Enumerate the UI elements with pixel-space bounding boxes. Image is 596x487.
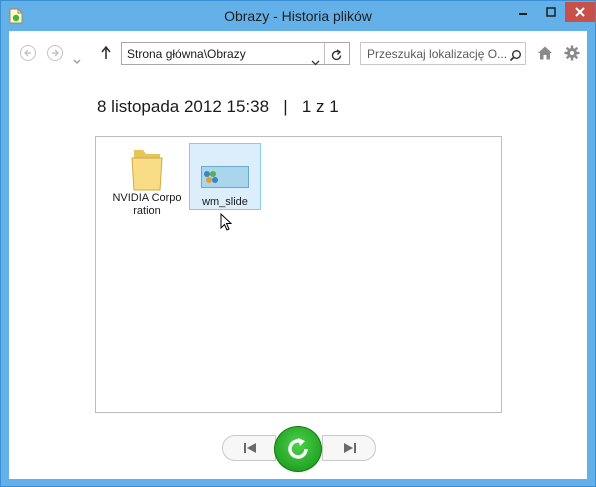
close-button[interactable] (565, 2, 595, 22)
mouse-cursor-icon (220, 212, 233, 236)
next-icon (344, 443, 356, 453)
back-button[interactable] (20, 45, 36, 61)
backup-date: 8 listopada 2012 15:38 (97, 97, 270, 116)
file-label: wm_slide (202, 196, 248, 208)
title-bar[interactable]: Obrazy - Historia plików (1, 1, 595, 31)
previous-icon (244, 443, 256, 453)
previous-version-button[interactable] (222, 435, 276, 461)
home-icon[interactable] (537, 45, 553, 65)
back-arrow-icon (24, 49, 31, 57)
search-icon[interactable] (509, 47, 522, 66)
recent-locations-chevron-icon[interactable] (73, 50, 81, 69)
restore-button[interactable] (274, 426, 322, 472)
minimize-button[interactable] (509, 2, 537, 22)
settings-gear-icon[interactable] (564, 45, 580, 65)
folder-item[interactable]: NVIDIA Corporation (112, 143, 182, 218)
address-bar[interactable]: Strona główna\Obrazy (121, 42, 350, 66)
version-counter: 1 z 1 (301, 97, 339, 116)
backup-header: 8 listopada 2012 15:38 | 1 z 1 (97, 97, 339, 117)
forward-arrow-icon (52, 49, 59, 57)
maximize-button[interactable] (537, 2, 565, 22)
up-arrow-icon[interactable] (100, 45, 112, 65)
address-dropdown-chevron-icon[interactable] (311, 51, 320, 70)
file-item-selected[interactable]: wm_slide (189, 143, 261, 210)
address-divider (324, 43, 325, 64)
folder-label: NVIDIA Corporation (112, 192, 182, 217)
playback-controls (222, 426, 378, 472)
search-input[interactable]: Przeszukaj lokalizację O... (367, 47, 507, 61)
image-file-icon (201, 166, 249, 188)
search-box[interactable]: Przeszukaj lokalizację O... (360, 42, 526, 65)
folder-icon (130, 146, 164, 192)
next-version-button[interactable] (322, 435, 376, 461)
address-text: Strona główna\Obrazy (127, 47, 246, 61)
forward-button[interactable] (47, 45, 63, 61)
restore-arrow-icon (288, 438, 308, 459)
refresh-icon[interactable] (330, 47, 343, 66)
toolbar: Strona główna\Obrazy Przeszukaj lokaliza… (9, 31, 587, 77)
window: Obrazy - Historia plików Strona główna\O… (0, 0, 596, 487)
client-area: Strona główna\Obrazy Przeszukaj lokaliza… (9, 31, 587, 479)
files-panel: NVIDIA Corporation wm_slide (95, 136, 502, 413)
window-title: Obrazy - Historia plików (224, 8, 372, 24)
